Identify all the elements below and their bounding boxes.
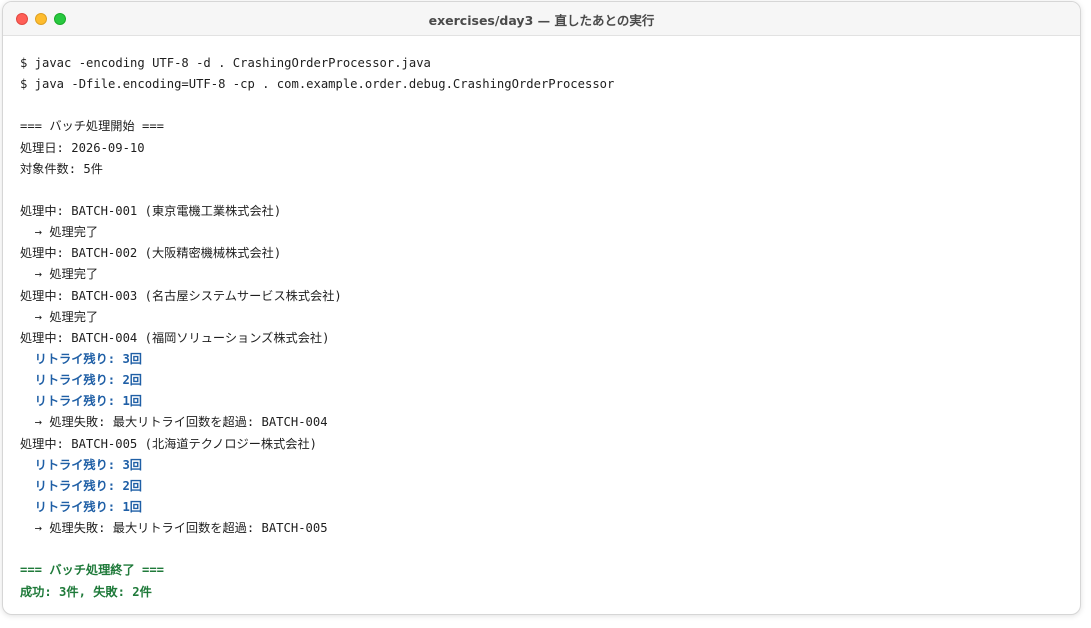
terminal-output[interactable]: $ javac -encoding UTF-8 -d . CrashingOrd… [20, 53, 1070, 603]
retry-line: リトライ残り: 3回 [20, 457, 142, 472]
retry-line: リトライ残り: 1回 [20, 499, 142, 514]
output-line: → 処理完了 [20, 225, 99, 240]
summary-header-line: === バッチ処理終了 === [20, 563, 165, 578]
output-line: 処理中: BATCH-004 (福岡ソリューションズ株式会社) [20, 330, 330, 345]
retry-line: リトライ残り: 2回 [20, 373, 142, 388]
retry-line: リトライ残り: 2回 [20, 478, 142, 493]
output-line: → 処理失敗: 最大リトライ回数を超過: BATCH-004 [20, 415, 328, 430]
command-line: $ javac -encoding UTF-8 -d . CrashingOrd… [20, 56, 431, 70]
output-line: 処理中: BATCH-005 (北海道テクノロジー株式会社) [20, 436, 317, 451]
retry-line: リトライ残り: 3回 [20, 351, 142, 366]
summary-result-line: 成功: 3件, 失敗: 2件 [20, 584, 152, 599]
output-line: 処理中: BATCH-003 (名古屋システムサービス株式会社) [20, 288, 342, 303]
output-line: → 処理完了 [20, 267, 99, 282]
output-line: → 処理完了 [20, 309, 99, 324]
output-line: 対象件数: 5件 [20, 161, 103, 176]
output-line: 処理日: 2026-09-10 [20, 140, 145, 155]
command-line: $ java -Dfile.encoding=UTF-8 -cp . com.e… [20, 77, 615, 92]
terminal-window: exercises/day3 — 直したあとの実行 $ javac -encod… [2, 1, 1081, 615]
output-line: 処理中: BATCH-001 (東京電機工業株式会社) [20, 203, 282, 218]
retry-line: リトライ残り: 1回 [20, 394, 142, 409]
output-line: → 処理失敗: 最大リトライ回数を超過: BATCH-005 [20, 521, 328, 536]
title-bar: exercises/day3 — 直したあとの実行 [3, 2, 1080, 36]
output-line: === バッチ処理開始 === [20, 119, 165, 134]
output-line: 処理中: BATCH-002 (大阪精密機械株式会社) [20, 246, 282, 261]
window-title: exercises/day3 — 直したあとの実行 [428, 13, 655, 28]
